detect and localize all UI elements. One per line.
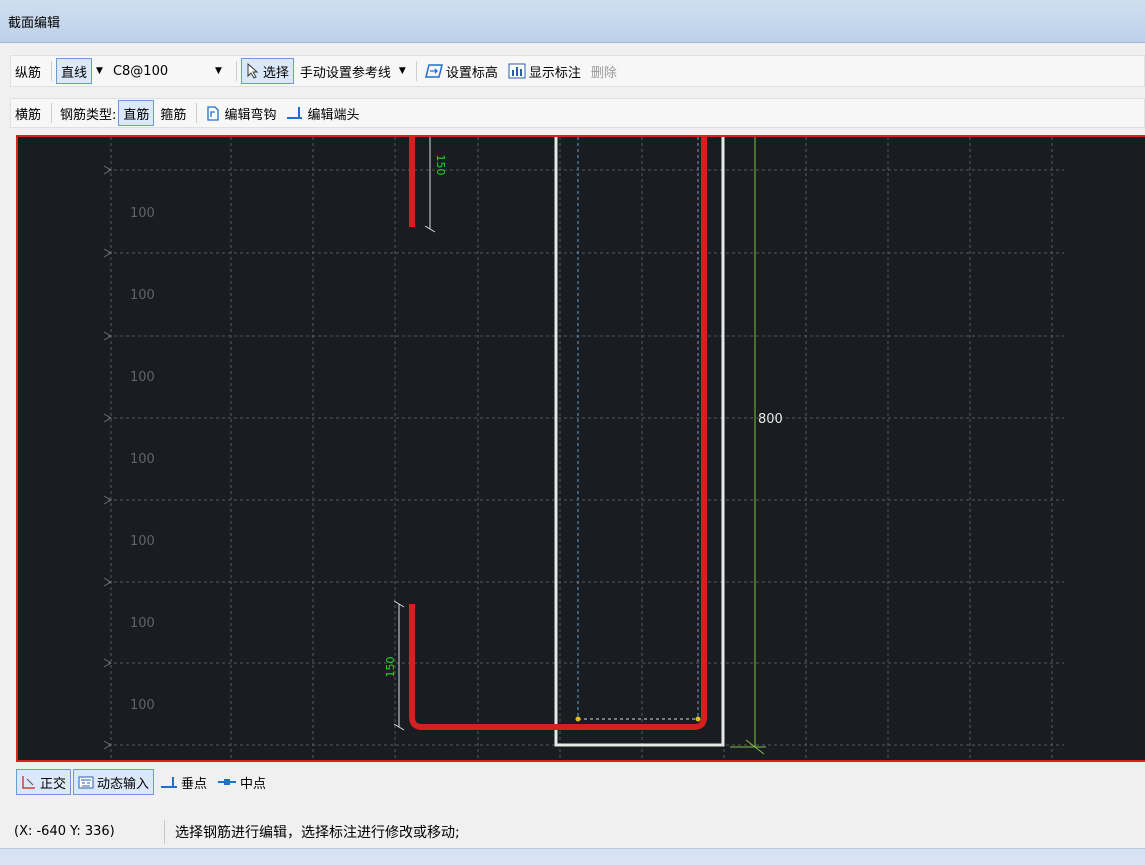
window-bottom-edge <box>0 848 1145 865</box>
separator <box>51 103 53 123</box>
edit-hook-button[interactable]: 编辑弯钩 <box>201 101 280 125</box>
transverse-label: 横筋 <box>15 107 42 123</box>
rebar-spec-value: C8@100 <box>112 63 169 79</box>
coordinate-readout: (X: -640 Y: 336) <box>0 820 165 844</box>
perpendicular-icon <box>160 774 178 790</box>
title-bar: 截面编辑 <box>0 0 1145 43</box>
snap-point[interactable] <box>695 716 701 722</box>
separator <box>196 103 198 123</box>
show-annotation-button[interactable]: 显示标注 <box>504 59 585 83</box>
perpendicular-button[interactable]: 垂点 <box>156 770 211 794</box>
edit-end-button[interactable]: 编辑端头 <box>282 101 363 125</box>
line-mode-dropdown-icon[interactable]: ▼ <box>96 66 103 76</box>
status-message: 选择钢筋进行编辑，选择标注进行修改或移动; <box>175 825 460 841</box>
edit-end-label: 编辑端头 <box>307 107 360 123</box>
rebar-main-u[interactable] <box>409 137 707 730</box>
rebar-spec-combo[interactable]: C8@100 ▼ <box>109 59 232 83</box>
ortho-button[interactable]: 正交 <box>16 769 72 795</box>
separator <box>235 61 237 81</box>
delete-button[interactable]: 删除 <box>587 59 621 83</box>
row-labels: 100 100 100 100 100 100 100 <box>130 206 155 713</box>
longitudinal-label: 纵筋 <box>15 65 42 81</box>
snap-point[interactable] <box>575 716 581 722</box>
ortho-label: 正交 <box>40 776 67 792</box>
dim-text-top[interactable]: 150 <box>434 155 447 176</box>
separator <box>415 61 417 81</box>
cursor-icon <box>246 63 260 79</box>
select-label: 选择 <box>262 65 289 81</box>
ref-line-button[interactable]: 手动设置参考线 <box>296 59 395 83</box>
chevron-down-icon[interactable]: ▼ <box>215 66 222 76</box>
section-canvas[interactable]: 100 100 100 100 100 100 100 150 150 800 <box>16 135 1145 762</box>
set-elevation-label: 设置标高 <box>445 65 498 81</box>
grid <box>103 137 1064 760</box>
midpoint-button[interactable]: 中点 <box>213 770 270 794</box>
status-bar: (X: -640 Y: 336) 选择钢筋进行编辑，选择标注进行修改或移动; <box>0 816 1145 848</box>
set-elevation-button[interactable]: 设置标高 <box>421 59 502 83</box>
row-label: 100 <box>130 534 155 549</box>
snap-toolbar: 正交 动态输入 垂点 中点 <box>16 766 272 798</box>
rebar-type-label: 钢筋类型: <box>60 107 117 123</box>
row-label: 100 <box>130 452 155 467</box>
dim-text-bottom[interactable]: 150 <box>384 657 397 678</box>
row-label: 100 <box>130 370 155 385</box>
midpoint-icon <box>217 774 237 790</box>
row-label: 100 <box>130 206 155 221</box>
row-label: 100 <box>130 698 155 713</box>
dynamic-input-icon <box>78 774 94 790</box>
separator <box>51 61 53 81</box>
select-button[interactable]: 选择 <box>240 58 294 84</box>
row-label: 100 <box>130 288 155 303</box>
toolbar-longitudinal: 纵筋 直线 ▼ C8@100 ▼ 选择 手动设置参考线 ▼ 设置标高 显示标注 … <box>10 55 1145 87</box>
annotation-icon <box>508 63 526 79</box>
ortho-icon <box>21 774 37 790</box>
midpoint-label: 中点 <box>240 776 267 792</box>
perpendicular-label: 垂点 <box>181 776 208 792</box>
window-title: 截面编辑 <box>8 16 61 31</box>
dynamic-input-button[interactable]: 动态输入 <box>73 769 155 795</box>
ref-line-dropdown-icon[interactable]: ▼ <box>399 66 406 76</box>
hook-icon <box>205 105 221 121</box>
drawing-area[interactable]: 100 100 100 100 100 100 100 150 150 800 <box>18 137 1145 760</box>
dim-text-height[interactable]: 800 <box>758 412 783 427</box>
show-annotation-label: 显示标注 <box>528 65 581 81</box>
toolbar-transverse: 横筋 钢筋类型: 直筋 箍筋 编辑弯钩 编辑端头 <box>10 98 1145 128</box>
dynamic-input-label: 动态输入 <box>97 776 150 792</box>
straight-rebar-button[interactable]: 直筋 <box>118 100 155 126</box>
row-label: 100 <box>130 616 155 631</box>
line-mode-button[interactable]: 直线 <box>56 58 93 84</box>
end-head-icon <box>286 105 304 121</box>
edit-hook-label: 编辑弯钩 <box>224 107 277 123</box>
elevation-icon <box>424 63 443 79</box>
stirrup-button[interactable]: 箍筋 <box>156 101 190 125</box>
